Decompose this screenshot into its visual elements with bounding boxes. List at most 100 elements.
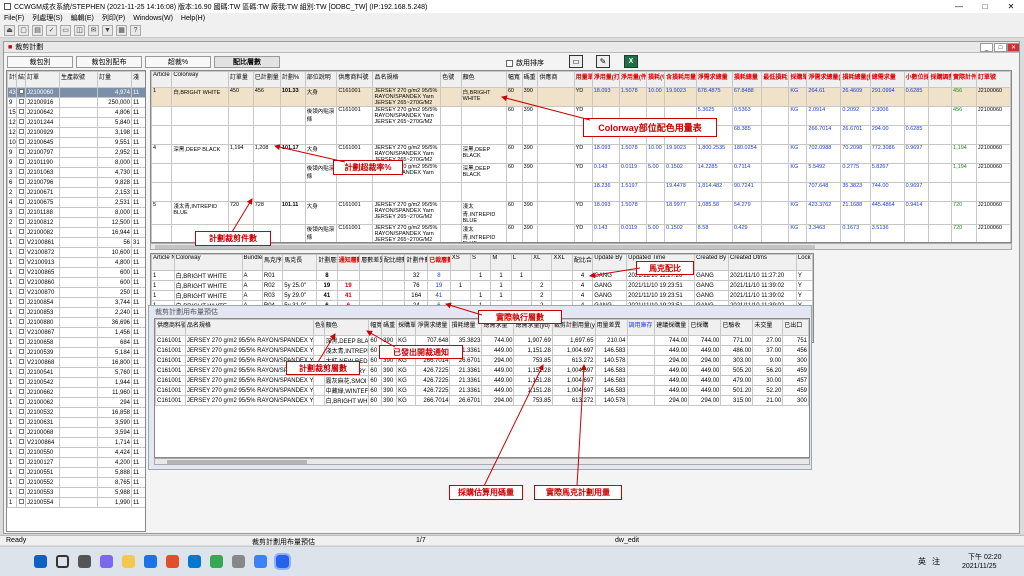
- table-row[interactable]: 1 J2100127 4,200 11: [7, 457, 145, 468]
- column-header[interactable]: 調用庫存: [626, 319, 656, 336]
- column-header[interactable]: Update By: [592, 254, 628, 271]
- column-header[interactable]: 用量單位: [573, 71, 593, 88]
- table-row[interactable]: 1 J2100854 3,744 11: [7, 297, 145, 308]
- row-checkbox[interactable]: [18, 299, 24, 304]
- table-row[interactable]: 10 J2100645 9,551 11: [7, 137, 145, 148]
- table-row[interactable]: 6 J2100796 9,828 11: [7, 177, 145, 188]
- column-header[interactable]: 淨需求總量(採): [806, 71, 842, 88]
- column-header[interactable]: 馬克長: [282, 254, 318, 271]
- new-icon[interactable]: ▢: [18, 24, 29, 36]
- column-header[interactable]: Article No: [151, 254, 175, 271]
- row-checkbox[interactable]: [18, 339, 24, 344]
- column-header[interactable]: 層數差異: [359, 254, 383, 271]
- column-header[interactable]: 計劃%: [279, 71, 306, 88]
- column-header[interactable]: Colorway: [171, 71, 229, 88]
- row-checkbox[interactable]: [18, 289, 24, 294]
- table-row[interactable]: 1 J2100631 3,590 11: [7, 417, 145, 428]
- table-row[interactable]: C161001 JERSEY 270 g/m2 95/5% RAYON/SPAND…: [155, 395, 809, 406]
- row-checkbox[interactable]: [18, 179, 24, 184]
- column-header[interactable]: 採購單位: [396, 319, 417, 336]
- table-row[interactable]: 1 V2100865 600 11: [7, 267, 145, 278]
- column-header[interactable]: 訂量: [97, 71, 132, 88]
- table-row[interactable]: 1 J2100539 5,184 11: [7, 347, 145, 358]
- tab-cut-package[interactable]: 裁包別: [7, 56, 73, 68]
- print-icon[interactable]: ▭: [60, 24, 71, 36]
- row-checkbox[interactable]: [18, 229, 24, 234]
- menu-rows[interactable]: 列處理(S): [32, 13, 62, 23]
- row-checkbox[interactable]: [18, 439, 24, 444]
- column-header[interactable]: 採購單位: [788, 71, 808, 88]
- column-header[interactable]: 品名規格: [372, 71, 442, 88]
- column-header[interactable]: 淨用量(打): [591, 71, 620, 88]
- column-header[interactable]: Lock: [795, 254, 813, 271]
- app-icon-2[interactable]: [232, 555, 245, 568]
- table-row[interactable]: 1 J2100542 1,944 11: [7, 377, 145, 388]
- column-header[interactable]: 顏色: [460, 71, 507, 88]
- table-row[interactable]: 12 J2101244 5,840 11: [7, 117, 145, 128]
- row-checkbox[interactable]: [18, 349, 24, 354]
- row-checkbox[interactable]: [18, 309, 24, 314]
- row-checkbox[interactable]: [18, 329, 24, 334]
- table-row[interactable]: 9 J2100797 2,952 11: [7, 147, 145, 158]
- mdi-maximize-button[interactable]: □: [994, 43, 1007, 52]
- row-checkbox[interactable]: [18, 109, 24, 114]
- email-icon[interactable]: ✉: [88, 24, 99, 36]
- app-icon-3[interactable]: [254, 555, 267, 568]
- row-checkbox[interactable]: [18, 249, 24, 254]
- row-checkbox[interactable]: [18, 499, 24, 504]
- excel-icon[interactable]: X: [624, 55, 638, 68]
- table-row[interactable]: 4 深黑,DEEP BLACK 1,194 1,208 101.17 大身 C161001 J…: [151, 144, 1011, 164]
- column-header[interactable]: 品名規格: [184, 319, 314, 336]
- exit-icon[interactable]: ⏏: [4, 24, 15, 36]
- column-header[interactable]: 配比總數: [381, 254, 406, 271]
- menu-windows[interactable]: Windows(W): [133, 15, 173, 22]
- table-row[interactable]: 3 J2101063 4,730 11: [7, 167, 145, 178]
- row-checkbox[interactable]: [18, 159, 24, 164]
- minimize-button[interactable]: —: [946, 0, 972, 13]
- table-row[interactable]: 9 J2101190 8,000 11: [7, 157, 145, 168]
- column-header[interactable]: XS: [449, 254, 472, 271]
- teams-icon[interactable]: [100, 555, 113, 568]
- filter-icon[interactable]: ▼: [102, 24, 113, 36]
- column-header[interactable]: XXL: [551, 254, 573, 271]
- row-checkbox[interactable]: [18, 369, 24, 374]
- search-icon[interactable]: [56, 555, 69, 568]
- table-row[interactable]: 2 J2100671 2,153 11: [7, 187, 145, 198]
- column-header[interactable]: 最低損耗量調整(件): [761, 71, 790, 88]
- row-checkbox[interactable]: [18, 389, 24, 394]
- table-row[interactable]: C161001 JERSEY 270 g/m2 95/5% RAYON/SPAND…: [155, 375, 809, 386]
- column-header[interactable]: 總需求量: [869, 71, 905, 88]
- tab-overcut[interactable]: 超裁%: [145, 56, 211, 68]
- table-row[interactable]: 1 J2100553 5,988 11: [7, 487, 145, 498]
- column-header[interactable]: Article No: [151, 71, 173, 88]
- column-header[interactable]: 訂單量: [227, 71, 254, 88]
- column-header[interactable]: 供應商: [537, 71, 575, 88]
- column-header[interactable]: 馬克序: [261, 254, 284, 271]
- row-checkbox[interactable]: [18, 119, 24, 124]
- column-header[interactable]: 已計劃量: [252, 71, 281, 88]
- column-header[interactable]: 幅寬: [368, 319, 383, 336]
- table-row[interactable]: C161001 JERSEY 270 g/m2 95/5% RAYON/SPAND…: [155, 365, 809, 376]
- sort-checkbox[interactable]: [506, 59, 513, 67]
- row-checkbox[interactable]: [18, 239, 24, 244]
- table-row[interactable]: 1 J2100662 11,960 11: [7, 387, 145, 398]
- column-header[interactable]: 幅寬: [505, 71, 523, 88]
- column-header[interactable]: 部位說明: [304, 71, 338, 88]
- column-header[interactable]: 供應商料號: [336, 71, 374, 88]
- row-checkbox[interactable]: [18, 209, 24, 214]
- ime-lang[interactable]: 英: [918, 556, 926, 567]
- row-checkbox[interactable]: [18, 409, 24, 414]
- pin-icon[interactable]: ✎: [596, 55, 610, 68]
- close-button[interactable]: ✕: [998, 0, 1024, 13]
- table-row[interactable]: 1 白,BRIGHT WHITE A R02 5y 25.0" 19 19 76 19 1 1 2 4 G…: [151, 280, 813, 291]
- table-row[interactable]: 後領內貼滾條C161001JERSEY 270 g/m2 95/5% RAYON…: [151, 224, 1011, 242]
- table-row[interactable]: 後領內貼滾條C161001JERSEY 270 g/m2 95/5% RAYON…: [151, 106, 1011, 126]
- column-header[interactable]: 配比合計: [571, 254, 594, 271]
- column-header[interactable]: Bundle Type: [241, 254, 263, 271]
- table-row[interactable]: 1 V2100860 600 11: [7, 277, 145, 288]
- maximize-button[interactable]: □: [972, 0, 998, 13]
- column-header[interactable]: 已裁層數: [427, 254, 451, 271]
- column-header[interactable]: 已驗收: [720, 319, 754, 336]
- table-row[interactable]: C161001 JERSEY 270 g/m2 95/5% RAYON/SPAND…: [155, 335, 809, 346]
- table-row[interactable]: 1 V2100861 56 31: [7, 237, 145, 248]
